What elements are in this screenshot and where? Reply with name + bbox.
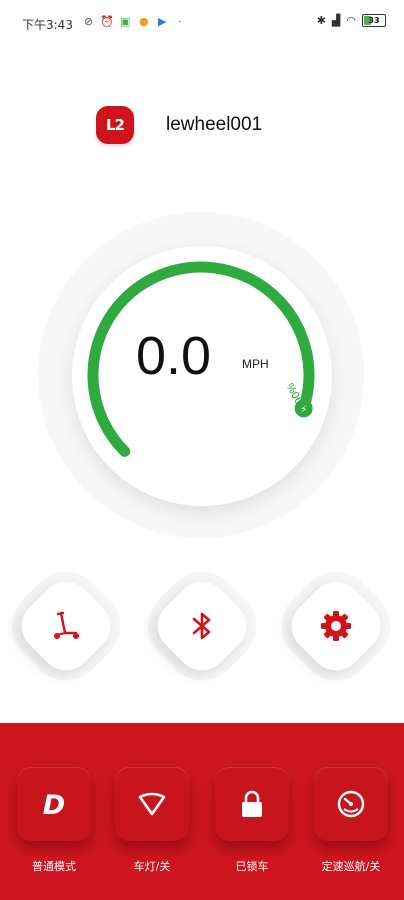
device-header: L2 lewheel001	[96, 106, 262, 144]
scooter-icon	[54, 611, 79, 639]
ride-mode-button[interactable]: D	[17, 767, 91, 841]
speed-value: 0.0	[136, 326, 212, 386]
svg-text:D: D	[43, 790, 65, 819]
settings-button[interactable]	[280, 570, 392, 682]
headlight-button[interactable]	[115, 767, 189, 841]
status-time: 下午3:43	[22, 18, 73, 32]
scooter-button[interactable]	[10, 570, 122, 682]
gear-icon	[321, 611, 351, 641]
speedometer-icon	[337, 790, 365, 818]
device-name[interactable]: lewheel001	[166, 114, 262, 136]
headlight-icon	[138, 792, 166, 816]
battery-level: 33	[368, 16, 380, 25]
lock-icon	[242, 790, 262, 817]
battery-icon: 33	[362, 14, 386, 27]
alarm-icon: ⏰	[100, 15, 114, 28]
svg-text:⚡: ⚡	[300, 404, 307, 415]
play-icon: ▶	[158, 15, 167, 28]
lock-button[interactable]	[215, 767, 289, 841]
bluetooth-icon	[192, 612, 211, 640]
cruise-control-button[interactable]	[314, 767, 388, 841]
ride-mode-label: 普通模式	[32, 860, 76, 873]
lock-label: 已锁车	[235, 860, 269, 873]
status-bar: 下午3:43 ⊘ ⏰ ▣ ● ▶ · ✱ ▟ ◠ 33	[0, 0, 404, 44]
app-notification-icon: ▣	[120, 15, 131, 28]
bluetooth-button[interactable]	[146, 570, 258, 682]
headlight-label: 车灯/关	[133, 860, 171, 873]
signal-icon: ▟	[331, 14, 341, 27]
bluetooth-status-icon: ✱	[316, 14, 326, 27]
logo-text: L2	[106, 116, 125, 134]
app-notification-icon: ●	[139, 15, 149, 28]
cruise-control-label: 定速巡航/关	[321, 860, 381, 873]
data-off-icon: ⊘	[84, 15, 94, 28]
wifi-icon: ◠	[346, 14, 356, 27]
brand-logo: L2	[96, 106, 134, 144]
mode-d-icon: D	[43, 790, 65, 819]
more-dot-icon: ·	[178, 15, 182, 28]
speed-unit: MPH	[242, 357, 269, 371]
